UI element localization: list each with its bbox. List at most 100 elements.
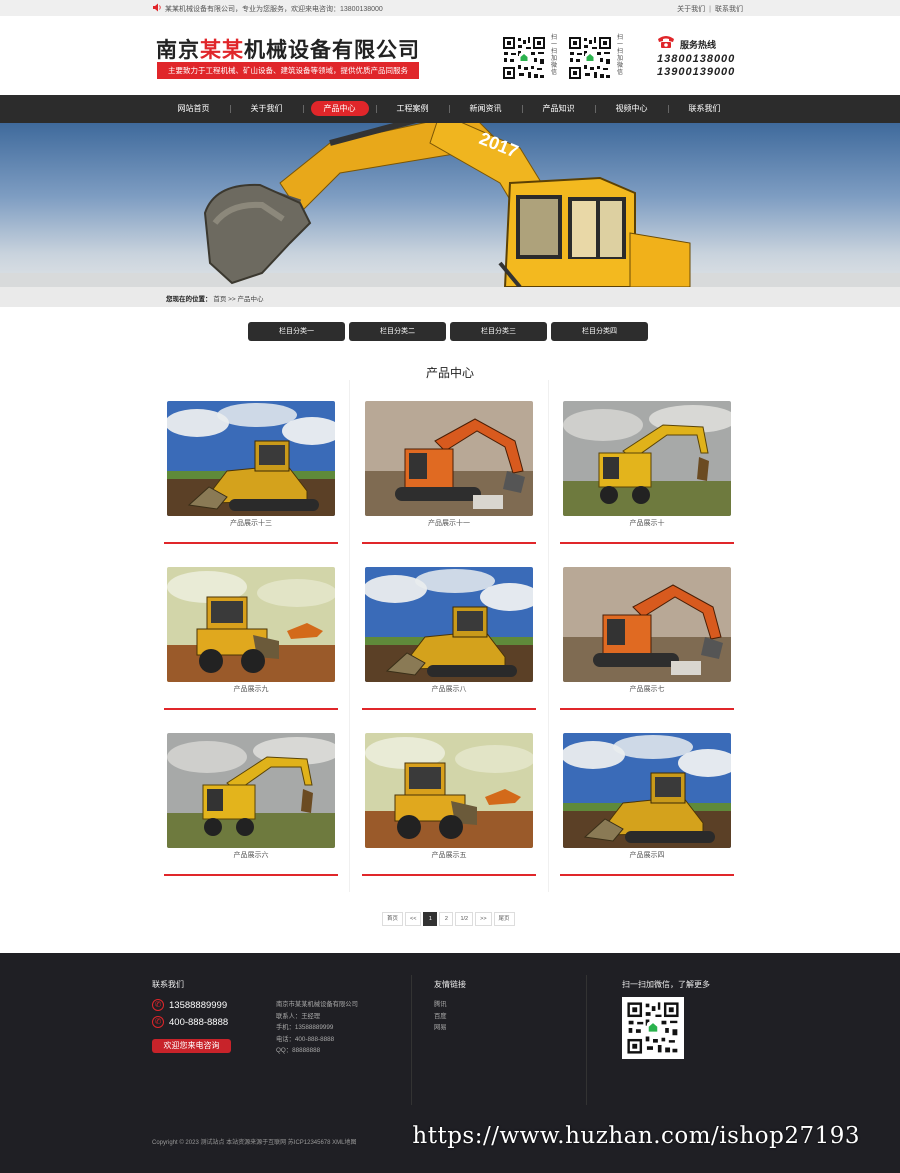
product-image[interactable] [365,567,533,682]
about-link[interactable]: 关于我们 [677,6,705,13]
product-card[interactable]: 产品展示十 [560,400,734,545]
product-card[interactable]: 产品展示十一 [362,400,536,545]
card-underline [560,542,734,544]
product-caption[interactable]: 产品展示五 [364,850,534,860]
product-caption[interactable]: 产品展示十一 [364,518,534,528]
breadcrumb-label: 您现在的位置： [166,296,212,303]
footer-phone-1[interactable]: ✆ 13588889999 [152,999,227,1011]
pagination: 首页 << 1 2 1/2 >> 尾页 [382,912,515,926]
product-card[interactable]: 产品展示八 [362,566,536,711]
qr-code-icon [625,1000,681,1056]
friend-link[interactable]: 百度 [434,1011,447,1023]
qr-block-1: 扫一扫加微信 [501,35,561,81]
friend-link[interactable]: 腾讯 [434,999,447,1011]
card-underline [362,708,536,710]
product-image[interactable] [167,567,335,682]
product-image[interactable] [365,401,533,516]
nav-item-products[interactable]: 产品中心 [303,95,376,123]
product-caption[interactable]: 产品展示七 [562,684,732,694]
phone-icon [658,36,674,48]
pager-next[interactable]: >> [475,912,492,926]
footer-contact-title: 联系我们 [152,980,184,989]
nav-item-news[interactable]: 新闻资讯 [449,95,522,123]
nav-item-cases[interactable]: 工程案例 [376,95,449,123]
speaker-icon [153,3,161,12]
contact-link[interactable]: 联系我们 [715,6,743,13]
footer-phone-2[interactable]: ✆ 400-888-8888 [152,1016,228,1028]
site-logo[interactable]: 南京某某机械设备有限公司 [156,34,420,64]
product-card[interactable]: 产品展示四 [560,732,734,877]
product-caption[interactable]: 产品展示十 [562,518,732,528]
qr-caption: 扫一扫加微信 [550,35,557,76]
site-header: 南京某某机械设备有限公司 主要致力于工程机械、矿山设备、建筑设备等领域，提供优质… [0,16,900,95]
product-caption[interactable]: 产品展示八 [364,684,534,694]
wechat-qr-code [622,997,684,1059]
product-image[interactable] [365,733,533,848]
site-footer: 联系我们 ✆ 13588889999 ✆ 400-888-8888 欢迎您来电咨询 … [0,953,900,1173]
hotline-number-2: 13900139000 [657,66,736,78]
card-underline [164,874,338,876]
category-button-2[interactable]: 栏目分类二 [349,322,446,341]
nav-item-home[interactable]: 网站首页 [157,95,230,123]
product-caption[interactable]: 产品展示十三 [166,518,336,528]
pager-first[interactable]: 首页 [382,912,404,926]
product-caption[interactable]: 产品展示九 [166,684,336,694]
hotline-label: 服务热线 [680,40,717,50]
pager-prev[interactable]: << [405,912,422,926]
friend-links: 腾讯 百度 网易 [434,999,447,1034]
product-card[interactable]: 产品展示九 [164,566,338,711]
nav-item-contact[interactable]: 联系我们 [668,95,741,123]
divider: | [709,6,711,13]
qr-caption: 扫一扫加微信 [616,35,623,76]
footer-links-title: 友情链接 [434,980,466,989]
pager-page[interactable]: 2 [439,912,454,926]
footer-divider [586,975,587,1105]
category-button-1[interactable]: 栏目分类一 [248,322,345,341]
column-divider [548,380,549,892]
product-caption[interactable]: 产品展示六 [166,850,336,860]
card-underline [362,874,536,876]
column-divider [349,380,350,892]
slogan-banner: 主要致力于工程机械、矿山设备、建筑设备等领域，提供优质产品同服务 [157,62,419,79]
product-image[interactable] [563,733,731,848]
consult-button[interactable]: 欢迎您来电咨询 [152,1039,231,1053]
nav-item-video[interactable]: 视频中心 [595,95,668,123]
hero-banner: 2017 [0,123,900,287]
footer-divider [411,975,412,1105]
card-underline [362,542,536,544]
product-card[interactable]: 产品展示六 [164,732,338,877]
pager-last[interactable]: 尾页 [493,912,515,926]
product-card[interactable]: 产品展示十三 [164,400,338,545]
section-title: 产品中心 [425,366,474,380]
product-image[interactable] [167,733,335,848]
product-card[interactable]: 产品展示五 [362,732,536,877]
logo-text-pre: 南京 [156,39,200,62]
phone-icon: ✆ [152,1016,164,1028]
category-button-3[interactable]: 栏目分类三 [450,322,547,341]
category-tabs: 栏目分类一 栏目分类二 栏目分类三 栏目分类四 [248,322,648,341]
card-underline [560,874,734,876]
excavator-illustration: 2017 [0,123,900,287]
product-card[interactable]: 产品展示七 [560,566,734,711]
breadcrumb-current[interactable]: 产品中心 [238,296,264,303]
qr-block-2: 扫一扫加微信 [567,35,627,81]
card-underline [164,708,338,710]
product-caption[interactable]: 产品展示四 [562,850,732,860]
pager-page[interactable]: 1 [423,912,438,926]
nav-item-knowledge[interactable]: 产品知识 [522,95,595,123]
footer-wechat-title: 扫一扫加微信，了解更多 [622,980,710,989]
breadcrumb-home[interactable]: 首页 [213,296,226,303]
footer-company-info: 南京市某某机械设备有限公司 联系人：王经理 手机：13588889999 电话：… [276,1001,358,1054]
breadcrumb: 您现在的位置： 首页 >> 产品中心 [0,287,900,307]
qr-code-icon [501,35,547,81]
logo-text-post: 机械设备有限公司 [244,39,420,62]
friend-link[interactable]: 网易 [434,1022,447,1034]
category-button-4[interactable]: 栏目分类四 [551,322,648,341]
product-image[interactable] [167,401,335,516]
product-image[interactable] [563,401,731,516]
main-nav: 网站首页 关于我们 产品中心 工程案例 新闻资讯 产品知识 视频中心 联系我们 [0,95,900,123]
qr-code-icon [567,35,613,81]
nav-item-about[interactable]: 关于我们 [230,95,303,123]
product-image[interactable] [563,567,731,682]
pager-status: 1/2 [455,912,474,926]
